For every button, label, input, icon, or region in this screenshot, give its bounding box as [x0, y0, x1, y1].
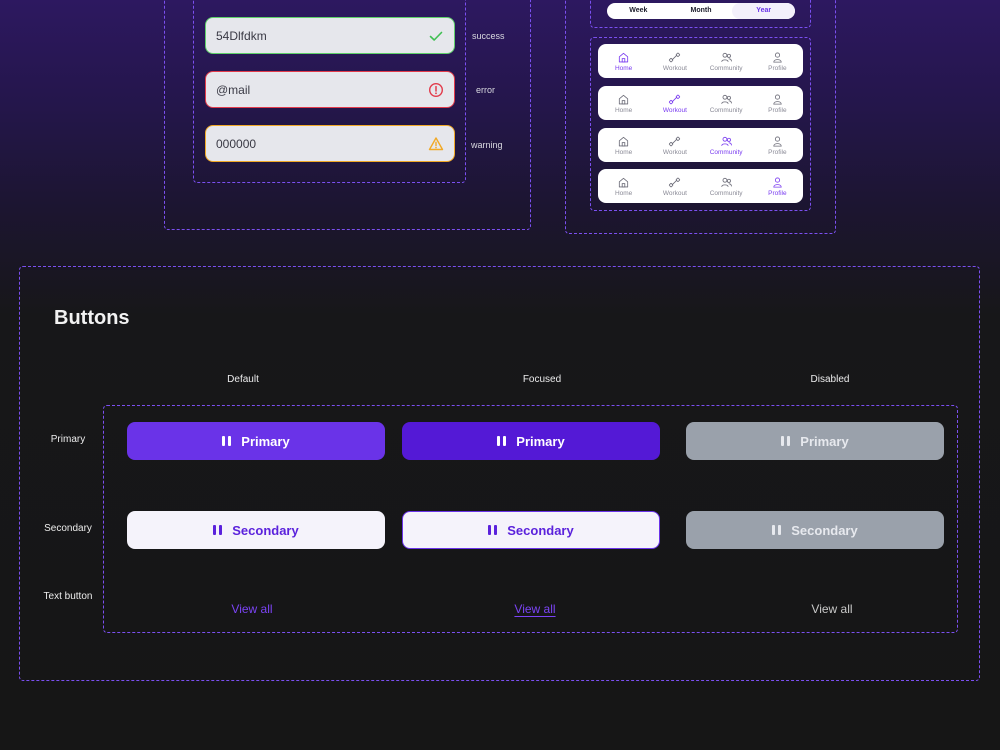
- nav-item-profile[interactable]: Profile: [753, 175, 801, 197]
- text-button-default[interactable]: View all: [172, 602, 332, 616]
- pause-icon: [497, 436, 507, 446]
- nav-item-label: Workout: [662, 149, 687, 156]
- primary-button-focused[interactable]: Primary: [402, 422, 660, 460]
- button-label: Secondary: [791, 522, 858, 538]
- pause-icon: [781, 436, 791, 446]
- error-circle-icon: [428, 82, 444, 98]
- pause-icon: [213, 525, 223, 535]
- nav-item-home[interactable]: Home: [600, 50, 648, 72]
- nav-item-label: Community: [709, 190, 743, 197]
- section-title: Buttons: [54, 307, 130, 329]
- segment-week[interactable]: Week: [607, 3, 670, 19]
- profile-icon: [771, 176, 784, 189]
- row-secondary: Secondary: [44, 523, 92, 534]
- nav-item-community[interactable]: Community: [702, 50, 750, 72]
- nav-item-label: Community: [709, 149, 743, 156]
- community-icon: [720, 135, 733, 148]
- segment-year[interactable]: Year: [732, 3, 795, 19]
- home-icon: [617, 51, 630, 64]
- row-text-button: Text button: [43, 591, 93, 602]
- nav-item-label: Profile: [768, 190, 787, 197]
- nav-item-profile[interactable]: Profile: [753, 92, 801, 114]
- primary-button-disabled: Primary: [686, 422, 944, 460]
- input-value: @mail: [216, 82, 251, 97]
- nav-item-workout[interactable]: Workout: [651, 175, 699, 197]
- workout-icon: [668, 51, 681, 64]
- nav-item-label: Home: [614, 65, 633, 72]
- home-icon: [617, 176, 630, 189]
- nav-item-community[interactable]: Community: [702, 134, 750, 156]
- bottom-nav-bar: Home Workout Community Profile: [598, 128, 803, 162]
- nav-item-label: Profile: [768, 149, 787, 156]
- community-icon: [720, 93, 733, 106]
- bottom-nav-bar: Home Workout Community Profile: [598, 44, 803, 78]
- nav-item-label: Home: [614, 190, 633, 197]
- error-input[interactable]: @mail: [205, 71, 455, 108]
- home-icon: [617, 135, 630, 148]
- secondary-button-focused[interactable]: Secondary: [402, 511, 660, 549]
- nav-item-home[interactable]: Home: [600, 134, 648, 156]
- nav-item-workout[interactable]: Workout: [651, 134, 699, 156]
- community-icon: [720, 176, 733, 189]
- profile-icon: [771, 51, 784, 64]
- pause-icon: [488, 525, 498, 535]
- nav-item-community[interactable]: Community: [702, 175, 750, 197]
- profile-icon: [771, 135, 784, 148]
- profile-icon: [771, 93, 784, 106]
- primary-button-default[interactable]: Primary: [127, 422, 385, 460]
- nav-item-label: Home: [614, 107, 633, 114]
- column-disabled: Disabled: [810, 374, 850, 385]
- state-label-error: error: [476, 85, 496, 95]
- segment-month[interactable]: Month: [670, 3, 733, 19]
- pause-icon: [222, 436, 232, 446]
- input-value: 000000: [216, 136, 257, 151]
- bottom-nav-bar: Home Workout Community Profile: [598, 86, 803, 120]
- state-label-success: success: [472, 31, 505, 41]
- input-value: 54Dlfdkm: [216, 28, 267, 43]
- column-default: Default: [227, 374, 259, 385]
- workout-icon: [668, 176, 681, 189]
- nav-item-profile[interactable]: Profile: [753, 134, 801, 156]
- button-label: Primary: [516, 433, 565, 449]
- nav-item-workout[interactable]: Workout: [651, 92, 699, 114]
- nav-item-label: Profile: [768, 107, 787, 114]
- home-icon: [617, 93, 630, 106]
- community-icon: [720, 51, 733, 64]
- nav-item-home[interactable]: Home: [600, 175, 648, 197]
- button-label: Secondary: [507, 522, 574, 538]
- nav-item-home[interactable]: Home: [600, 92, 648, 114]
- nav-item-label: Home: [614, 149, 633, 156]
- button-label: Secondary: [232, 522, 299, 538]
- period-segmented-control[interactable]: Week Month Year: [607, 3, 795, 19]
- warning-triangle-icon: [428, 136, 444, 152]
- nav-item-profile[interactable]: Profile: [753, 50, 801, 72]
- column-focused: Focused: [522, 374, 562, 385]
- pause-icon: [772, 525, 782, 535]
- secondary-button-default[interactable]: Secondary: [127, 511, 385, 549]
- check-icon: [428, 28, 444, 44]
- success-input[interactable]: 54Dlfdkm: [205, 17, 455, 54]
- nav-item-community[interactable]: Community: [702, 92, 750, 114]
- nav-item-workout[interactable]: Workout: [651, 50, 699, 72]
- nav-item-label: Workout: [662, 107, 687, 114]
- button-label: Primary: [241, 433, 290, 449]
- nav-item-label: Community: [709, 65, 743, 72]
- row-primary: Primary: [50, 434, 86, 445]
- text-button-focused[interactable]: View all: [455, 602, 615, 616]
- warning-input[interactable]: 000000: [205, 125, 455, 162]
- secondary-button-disabled: Secondary: [686, 511, 944, 549]
- state-label-warning: warning: [471, 140, 503, 150]
- button-label: Primary: [800, 433, 849, 449]
- text-button-disabled: View all: [811, 602, 853, 616]
- workout-icon: [668, 135, 681, 148]
- nav-item-label: Workout: [662, 190, 687, 197]
- nav-item-label: Workout: [662, 65, 687, 72]
- workout-icon: [668, 93, 681, 106]
- nav-item-label: Community: [709, 107, 743, 114]
- nav-item-label: Profile: [768, 65, 787, 72]
- bottom-nav-bar: Home Workout Community Profile: [598, 169, 803, 203]
